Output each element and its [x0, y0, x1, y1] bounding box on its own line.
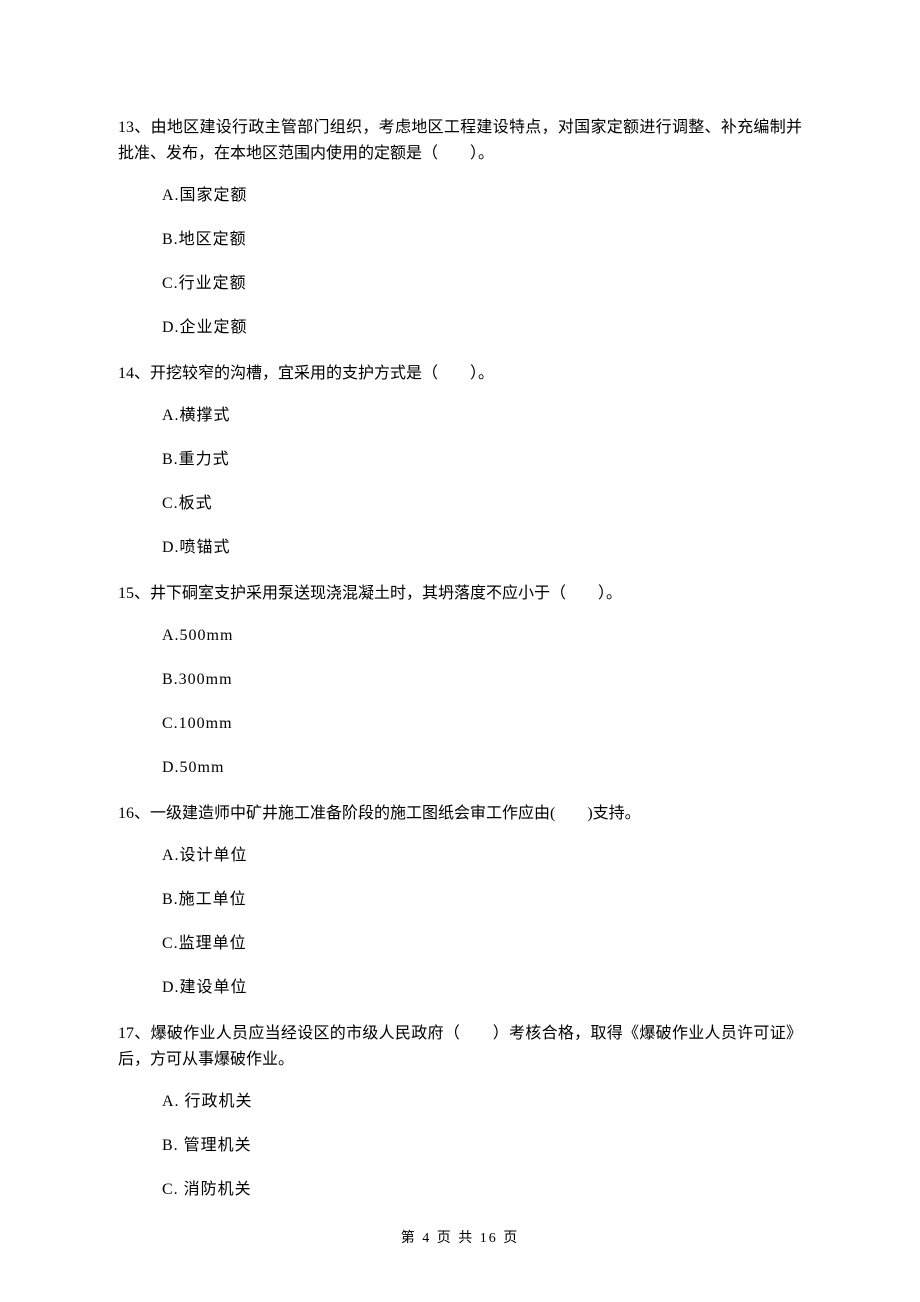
option-b: B.300mm	[162, 669, 802, 691]
option-d: D.建设单位	[162, 977, 802, 999]
option-a: A. 行政机关	[162, 1091, 802, 1113]
question-17: 17、爆破作业人员应当经设区的市级人民政府（ ）考核合格，取得《爆破作业人员许可…	[118, 1021, 802, 1201]
option-list: A.横撑式 B.重力式 C.板式 D.喷锚式	[118, 405, 802, 559]
option-list: A.设计单位 B.施工单位 C.监理单位 D.建设单位	[118, 845, 802, 999]
option-c: C.行业定额	[162, 273, 802, 295]
option-b: B.地区定额	[162, 229, 802, 251]
question-13: 13、由地区建设行政主管部门组织，考虑地区工程建设特点，对国家定额进行调整、补充…	[118, 115, 802, 339]
option-a: A.国家定额	[162, 185, 802, 207]
question-stem: 15、井下硐室支护采用泵送现浇混凝土时，其坍落度不应小于（ ）。	[118, 581, 802, 607]
option-d: D.企业定额	[162, 317, 802, 339]
option-b: B.重力式	[162, 449, 802, 471]
question-stem: 14、开挖较窄的沟槽，宜采用的支护方式是（ ）。	[118, 361, 802, 387]
option-c: C.100mm	[162, 713, 802, 735]
page-footer: 第 4 页 共 16 页	[0, 1227, 920, 1247]
option-d: D.50mm	[162, 757, 802, 779]
option-a: A.设计单位	[162, 845, 802, 867]
option-a: A.横撑式	[162, 405, 802, 427]
option-b: B. 管理机关	[162, 1135, 802, 1157]
option-b: B.施工单位	[162, 889, 802, 911]
question-15: 15、井下硐室支护采用泵送现浇混凝土时，其坍落度不应小于（ ）。 A.500mm…	[118, 581, 802, 779]
option-list: A.国家定额 B.地区定额 C.行业定额 D.企业定额	[118, 185, 802, 339]
option-list: A.500mm B.300mm C.100mm D.50mm	[118, 625, 802, 779]
option-c: C.板式	[162, 493, 802, 515]
question-16: 16、一级建造师中矿井施工准备阶段的施工图纸会审工作应由( )支持。 A.设计单…	[118, 801, 802, 999]
document-page: 13、由地区建设行政主管部门组织，考虑地区工程建设特点，对国家定额进行调整、补充…	[0, 0, 920, 1302]
question-14: 14、开挖较窄的沟槽，宜采用的支护方式是（ ）。 A.横撑式 B.重力式 C.板…	[118, 361, 802, 559]
question-stem: 13、由地区建设行政主管部门组织，考虑地区工程建设特点，对国家定额进行调整、补充…	[118, 115, 802, 167]
option-a: A.500mm	[162, 625, 802, 647]
option-d: D.喷锚式	[162, 537, 802, 559]
question-stem: 16、一级建造师中矿井施工准备阶段的施工图纸会审工作应由( )支持。	[118, 801, 802, 827]
option-c: C.监理单位	[162, 933, 802, 955]
question-stem: 17、爆破作业人员应当经设区的市级人民政府（ ）考核合格，取得《爆破作业人员许可…	[118, 1021, 802, 1073]
option-list: A. 行政机关 B. 管理机关 C. 消防机关	[118, 1091, 802, 1201]
option-c: C. 消防机关	[162, 1179, 802, 1201]
